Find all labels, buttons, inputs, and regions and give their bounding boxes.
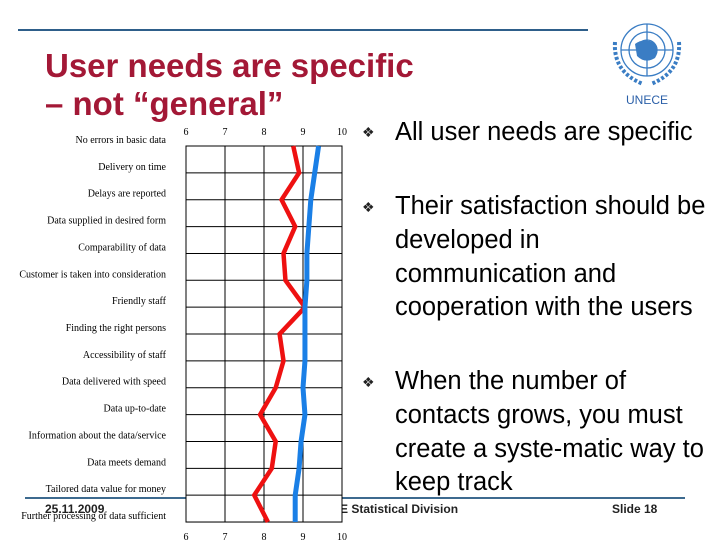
x-tick-label-top: 10	[337, 127, 347, 138]
svg-text:UNECE: UNECE	[626, 93, 668, 107]
category-label: Comparability of data	[78, 242, 166, 253]
category-label: Information about the data/service	[29, 430, 167, 441]
diamond-bullet-icon: ❖	[362, 124, 375, 140]
diamond-bullet-icon: ❖	[362, 199, 375, 215]
category-label: Delivery on time	[98, 162, 166, 173]
category-label: Delays are reported	[88, 189, 166, 200]
category-label: Further processing of data sufficient	[21, 511, 166, 522]
x-tick-label-bottom: 8	[262, 532, 267, 540]
bullet-text: All user needs are specific	[395, 118, 693, 146]
category-label: Finding the right persons	[66, 323, 166, 334]
diamond-bullet-icon: ❖	[362, 374, 375, 390]
slide-title-line2: – not “general”	[45, 85, 284, 122]
x-tick-label-bottom: 9	[301, 532, 306, 540]
bullet-text: When the number of contacts grows, you m…	[395, 367, 704, 497]
category-label: Accessibility of staff	[83, 350, 167, 361]
satisfaction-chart: No errors in basic data Delivery on time D…	[19, 127, 347, 540]
footer-slide-number: Slide 18	[612, 502, 658, 516]
x-tick-label-top: 8	[262, 127, 267, 138]
x-tick-label-top: 6	[184, 127, 189, 138]
category-label: No errors in basic data	[75, 135, 166, 146]
slide-title-line1: User needs are specific	[45, 47, 414, 84]
category-label: Data supplied in desired form	[47, 216, 166, 227]
x-tick-label-bottom: 10	[337, 532, 347, 540]
category-label: Data meets demand	[87, 457, 166, 468]
unece-logo: UNECE	[605, 12, 690, 107]
category-label: Data up-to-date	[104, 404, 167, 415]
x-tick-label-bottom: 7	[223, 532, 228, 540]
x-tick-label-top: 7	[223, 127, 228, 138]
bullet-text: Their satisfaction should be developed i…	[395, 192, 706, 322]
category-label: Data delivered with speed	[62, 377, 166, 388]
category-label: Tailored data value for money	[46, 484, 166, 495]
x-tick-label-top: 9	[301, 127, 306, 138]
category-label: Friendly staff	[112, 296, 167, 307]
x-tick-label-bottom: 6	[184, 532, 189, 540]
title-rule	[18, 29, 588, 31]
category-label: Customer is taken into consideration	[19, 269, 166, 280]
